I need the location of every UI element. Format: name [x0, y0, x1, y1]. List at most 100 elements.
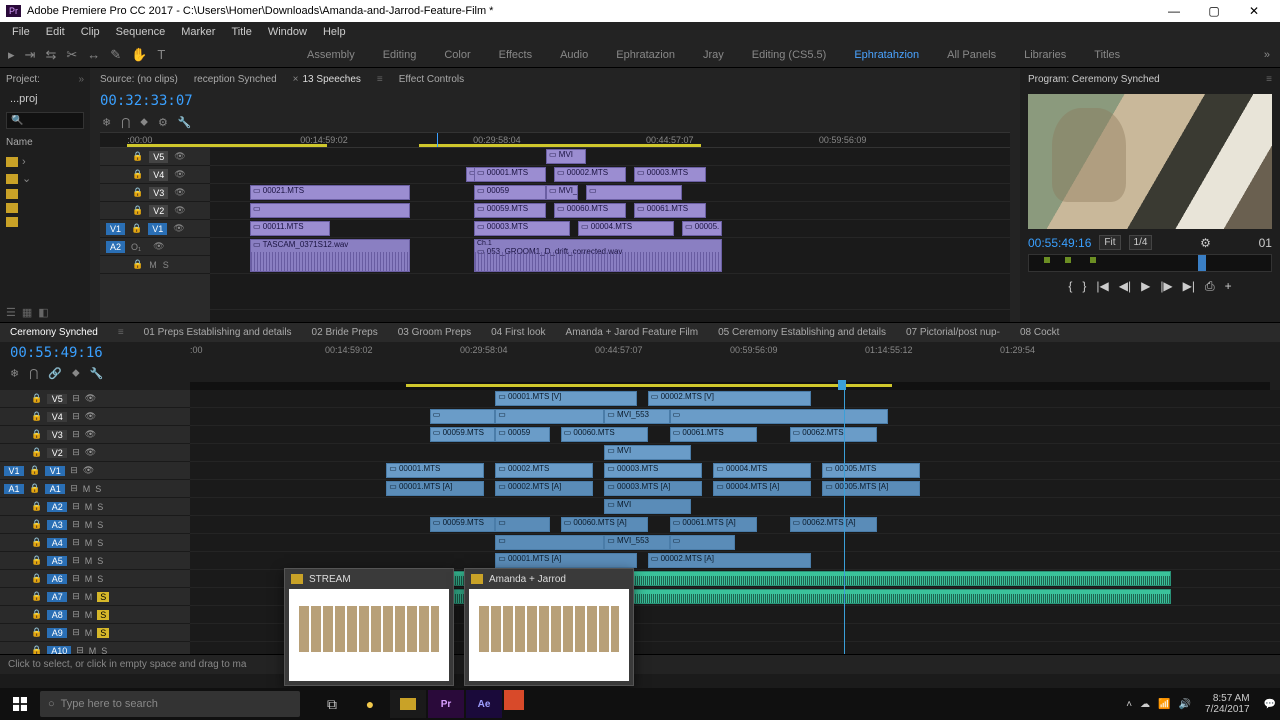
video-lane[interactable]: ▭ MVI: [190, 444, 1280, 462]
clip[interactable]: ▭: [430, 409, 495, 424]
audio-clip[interactable]: ▭: [495, 535, 604, 550]
snap-icon[interactable]: ❄: [102, 116, 111, 129]
audio-track-header[interactable]: 🔒A4⊟MS: [0, 534, 190, 552]
tab-menu-icon[interactable]: ≡: [377, 74, 383, 85]
clip[interactable]: ▭ 00011.MTS: [250, 221, 330, 236]
clip[interactable]: ▭ MVI_55: [546, 185, 578, 200]
sequence-tab[interactable]: 05 Ceremony Establishing and details: [718, 327, 886, 338]
audio-track-header[interactable]: A1🔒A1⊟MS: [0, 480, 190, 498]
clip[interactable]: ▭ 00061.MTS: [670, 427, 757, 442]
audio-track-header[interactable]: 🔒A5⊟MS: [0, 552, 190, 570]
program-scrubber[interactable]: [1028, 254, 1272, 272]
audio-track-header[interactable]: 🔒A6⊟MS: [0, 570, 190, 588]
marker-icon[interactable]: ⬥: [140, 116, 148, 129]
track-header[interactable]: 🔒V2👁: [100, 202, 210, 220]
video-track-header[interactable]: 🔒V5⊟👁: [0, 390, 190, 408]
program-menu-icon[interactable]: ≡: [1266, 74, 1272, 85]
clip[interactable]: ▭ 00003.MTS: [634, 167, 706, 182]
sequence-tab[interactable]: Ceremony Synched: [10, 327, 98, 338]
maximize-button[interactable]: ▢: [1194, 4, 1234, 18]
audio-clip[interactable]: ▭ 00005.MTS [A]: [822, 481, 920, 496]
source-timecode[interactable]: 00:32:33:07: [100, 93, 193, 109]
clip[interactable]: ▭ 00059.MTS: [474, 203, 546, 218]
magnet-icon[interactable]: ⋂: [29, 367, 38, 380]
taskbar-search[interactable]: ○ Type here to search: [40, 691, 300, 717]
workspace-tab[interactable]: All Panels: [947, 49, 996, 61]
clip[interactable]: ▭ 00001.MTS: [474, 167, 546, 182]
go-to-out-icon[interactable]: ▶|: [1183, 279, 1195, 293]
clip[interactable]: ▭ 00060.MTS: [554, 203, 626, 218]
freeform-view-icon[interactable]: ◧: [38, 306, 48, 319]
mark-in-icon[interactable]: {: [1068, 279, 1072, 293]
workspace-tab[interactable]: Ephratazion: [616, 49, 675, 61]
chrome-icon[interactable]: ●: [352, 690, 388, 718]
audio-clip[interactable]: ▭ 00061.MTS [A]: [670, 517, 757, 532]
audio-clip[interactable]: ▭ 00001.MTS [A]: [495, 553, 637, 568]
magnet-icon[interactable]: ⋂: [121, 116, 130, 129]
go-to-in-icon[interactable]: |◀: [1096, 279, 1108, 293]
link-icon[interactable]: 🔗: [48, 367, 62, 380]
mark-out-icon[interactable]: }: [1082, 279, 1086, 293]
menu-file[interactable]: File: [4, 26, 38, 38]
panel-menu-icon[interactable]: »: [78, 74, 84, 85]
audio-lane[interactable]: ▭ MVI: [190, 498, 1280, 516]
clip[interactable]: ▭: [586, 185, 682, 200]
menu-help[interactable]: Help: [315, 26, 354, 38]
menu-title[interactable]: Title: [223, 26, 259, 38]
audio-clip[interactable]: ▭ 00062.MTS [A]: [790, 517, 877, 532]
snap-icon[interactable]: ❄: [10, 367, 19, 380]
clip[interactable]: ▭ 00002.MTS: [554, 167, 626, 182]
taskbar-clock[interactable]: 8:57 AM 7/24/2017: [1199, 693, 1256, 715]
audio-clip[interactable]: ▭ 00001.MTS [A]: [386, 481, 484, 496]
project-tab[interactable]: ...proj: [10, 93, 38, 105]
audio-clip[interactable]: ▭ 00002.MTS [A]: [648, 553, 812, 568]
timeline-work-area[interactable]: [190, 382, 1270, 390]
track-select-icon[interactable]: ⇥: [25, 47, 36, 63]
menu-window[interactable]: Window: [260, 26, 315, 38]
clip[interactable]: ▭ 00005.: [682, 221, 722, 236]
close-button[interactable]: ✕: [1234, 4, 1274, 18]
source-tab-effectcontrols[interactable]: Effect Controls: [399, 74, 464, 85]
list-view-icon[interactable]: ☰: [6, 306, 16, 319]
audio-track-header[interactable]: 🔒A3⊟MS: [0, 516, 190, 534]
razor-tool-icon[interactable]: ✂: [66, 47, 77, 63]
source-time-ruler[interactable]: :00:0000:14:59:0200:29:58:0400:44:57:070…: [100, 132, 1010, 148]
clip[interactable]: ▭ 00001.MTS [V]: [495, 391, 637, 406]
audio-lane[interactable]: ▭ ▭ MVI_553▭: [190, 534, 1280, 552]
audio-clip[interactable]: ▭ MVI: [604, 499, 691, 514]
workspace-tab[interactable]: Ephratahzion: [854, 49, 919, 61]
play-icon[interactable]: ▶: [1141, 279, 1150, 293]
onedrive-icon[interactable]: ☁: [1140, 699, 1150, 710]
audio-clip[interactable]: ▭: [670, 535, 735, 550]
workspace-tab[interactable]: Assembly: [307, 49, 355, 61]
pen-tool-icon[interactable]: ✎: [110, 47, 121, 63]
audio-clip[interactable]: ▭: [495, 517, 550, 532]
app-icon[interactable]: [504, 690, 524, 710]
sequence-tab[interactable]: 03 Groom Preps: [398, 327, 471, 338]
project-bin[interactable]: [6, 189, 84, 199]
audio-track-header[interactable]: 🔒A9⊟MS: [0, 624, 190, 642]
clip[interactable]: ▭ 00003.MTS: [474, 221, 570, 236]
workspace-tab[interactable]: Effects: [499, 49, 532, 61]
sequence-tab[interactable]: 01 Preps Establishing and details: [144, 327, 292, 338]
track-header[interactable]: 🔒V3👁: [100, 184, 210, 202]
sequence-tab[interactable]: 02 Bride Preps: [312, 327, 378, 338]
video-track-header[interactable]: V1🔒V1⊟👁: [0, 462, 190, 480]
sequence-tab[interactable]: 07 Pictorial/post nup-: [906, 327, 1000, 338]
clip[interactable]: ▭ MVI: [546, 149, 586, 164]
task-view-icon[interactable]: ⧉: [314, 690, 350, 718]
video-lane[interactable]: ▭ 00001.MTS▭ 00002.MTS▭ 00003.MTS▭ 00004…: [190, 462, 1280, 480]
project-bin[interactable]: ⌄: [6, 172, 84, 185]
source-tab-reception[interactable]: reception Synched: [194, 74, 277, 85]
audio-clip[interactable]: ▭ 00002.MTS [A]: [495, 481, 593, 496]
clip[interactable]: ▭: [250, 203, 410, 218]
clip[interactable]: ▭: [670, 409, 888, 424]
clip[interactable]: ▭ 00002.MTS: [495, 463, 593, 478]
clip[interactable]: ▭ 00059.MTS: [430, 427, 495, 442]
resolution-dropdown[interactable]: 1/4: [1129, 235, 1153, 250]
step-back-icon[interactable]: ◀|: [1119, 279, 1131, 293]
source-track-lanes[interactable]: ▭ MVI ▭ ▭ 00001.MTS ▭ 00002.MTS ▭ 00003.MTS…: [210, 148, 1010, 322]
clip[interactable]: ▭ MVI: [604, 445, 691, 460]
minimize-button[interactable]: —: [1154, 4, 1194, 18]
clip[interactable]: ▭ 00061.MTS: [634, 203, 706, 218]
